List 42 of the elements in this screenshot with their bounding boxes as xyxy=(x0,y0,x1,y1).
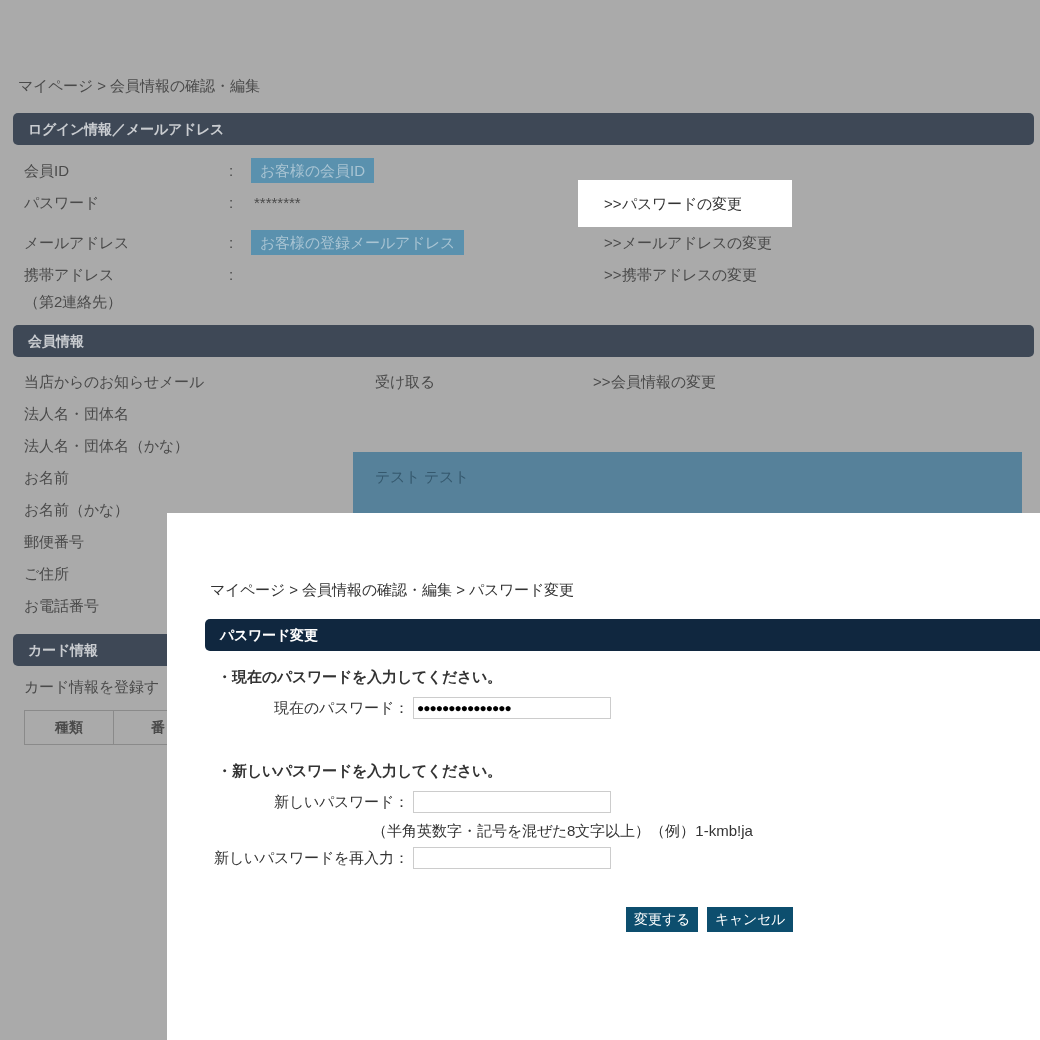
section-header: ログイン情報／メールアドレス xyxy=(13,113,1034,145)
hint-text: （半角英数字・記号を混ぜた8文字以上）（例）1-kmb!ja xyxy=(371,821,754,841)
section-header: 会員情報 xyxy=(13,325,1034,357)
field-label: メールアドレス xyxy=(24,233,130,253)
colon: : xyxy=(229,161,235,181)
field-label: 会員ID xyxy=(24,161,70,181)
field-label: 法人名・団体名 xyxy=(24,405,129,422)
section-heading: ・新しいパスワードを入力してください。 xyxy=(216,761,503,781)
section-header: パスワード変更 xyxy=(205,619,1040,651)
card-note: カード情報を登録す xyxy=(24,678,159,695)
action-button[interactable]: 変更する xyxy=(626,907,698,932)
field-value: ******** xyxy=(253,193,301,213)
field-label: 郵便番号 xyxy=(24,533,84,550)
table-header: 種類 xyxy=(25,711,114,745)
field-label: （第2連絡先） xyxy=(24,292,124,312)
change-link[interactable]: >>携帯アドレスの変更 xyxy=(604,259,757,291)
field-value: お客様の会員ID xyxy=(251,158,374,183)
change-link[interactable]: >>パスワードの変更 xyxy=(578,180,792,227)
field-label: 携帯アドレス xyxy=(24,265,115,285)
field-label: 現在のパスワード： xyxy=(273,698,410,718)
field-label: お名前 xyxy=(24,469,69,486)
field-label: 当店からのお知らせメール xyxy=(24,373,204,390)
breadcrumb: マイページ > 会員情報の確認・編集 > パスワード変更 xyxy=(209,580,576,600)
colon: : xyxy=(229,265,235,285)
field-label: ご住所 xyxy=(24,565,69,582)
change-link[interactable]: >>会員情報の変更 xyxy=(593,366,716,398)
password-field[interactable] xyxy=(413,847,611,869)
breadcrumb: マイページ > 会員情報の確認・編集 xyxy=(17,76,262,96)
colon: : xyxy=(229,193,235,213)
field-label: 新しいパスワードを再入力： xyxy=(213,848,410,868)
field-label: パスワード xyxy=(24,193,100,213)
field-label: お電話番号 xyxy=(24,597,99,614)
field-label: 法人名・団体名（かな） xyxy=(24,437,189,454)
action-button[interactable]: キャンセル xyxy=(707,907,793,932)
password-field[interactable] xyxy=(413,791,611,813)
colon: : xyxy=(229,233,235,253)
section-heading: ・現在のパスワードを入力してください。 xyxy=(216,667,503,687)
change-link[interactable]: >>メールアドレスの変更 xyxy=(604,227,772,259)
field-value: お客様の登録メールアドレス xyxy=(251,230,464,255)
field-label: お名前（かな） xyxy=(24,501,129,518)
field-label: 新しいパスワード： xyxy=(273,792,410,812)
password-field[interactable]: ●●●●●●●●●●●●●●● xyxy=(413,697,611,719)
